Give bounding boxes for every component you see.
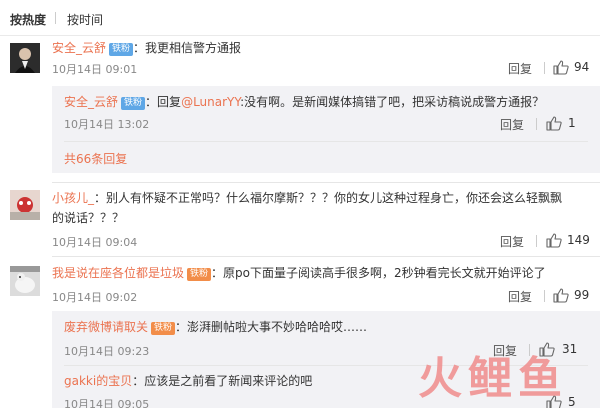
reply-username[interactable]: 废弃微博请取关: [64, 320, 148, 334]
comment-time: 10月14日 09:01: [52, 63, 138, 76]
comment-username[interactable]: 安全_云舒: [52, 41, 106, 55]
fan-badge: 铁粉: [187, 268, 212, 281]
sort-by-time-tab[interactable]: 按时间: [67, 11, 103, 28]
reply-button[interactable]: 回复: [508, 60, 532, 77]
reply-line: 安全_云舒 铁粉 ：回复@LunarYY:没有啊。是新闻媒体搞错了吧，把采访稿说成警…: [64, 94, 544, 110]
comment-text-continuation: 的说话？？？: [52, 211, 125, 225]
comment-separator: ：: [133, 41, 146, 55]
comment-time: 10月14日 09:04: [52, 236, 138, 249]
action-divider: [544, 62, 545, 74]
thumbs-up-icon[interactable]: [546, 116, 562, 131]
comment-divider: [52, 182, 600, 183]
reply-time: 10月14日 09:23: [64, 345, 150, 358]
thumbs-up-icon[interactable]: [546, 233, 562, 248]
comment-separator: ：: [94, 191, 107, 205]
comment-line: 安全_云舒 铁粉 ：我更相信警方通报: [52, 40, 241, 56]
reply-username[interactable]: 安全_云舒: [64, 95, 118, 109]
reply-line: gakki的宝贝：应该是之前看了新闻来评论的吧: [64, 373, 312, 389]
fan-badge: 铁粉: [151, 322, 176, 335]
sort-by-hot-tab[interactable]: 按热度: [10, 11, 46, 28]
reply-button[interactable]: 回复: [500, 116, 524, 133]
like-count: 99: [574, 288, 590, 302]
comment-text: 我更相信警方通报: [145, 41, 242, 55]
avatar[interactable]: [10, 43, 40, 73]
thumbs-up-icon[interactable]: [553, 288, 569, 303]
comment-username[interactable]: 我是说在座各位都是垃圾: [52, 266, 184, 280]
fan-badge: 铁粉: [109, 43, 134, 56]
reply-separator: ：: [132, 374, 145, 388]
reply-username[interactable]: gakki的宝贝: [64, 374, 132, 388]
reply-line: 废弃微博请取关 铁粉 ：澎湃删帖啦大事不妙哈哈哈哎……: [64, 319, 367, 335]
comment-time: 10月14日 09:02: [52, 291, 138, 304]
action-divider: [536, 235, 537, 247]
comment-line: 我是说在座各位都是垃圾 铁粉 ：原po下面量子阅读高手很多啊，2秒钟看完长文就开始评…: [52, 265, 546, 281]
avatar[interactable]: [10, 266, 40, 296]
reply-time: 10月14日 09:05: [64, 398, 150, 408]
reply-divider: [64, 141, 588, 142]
reply-separator: ：: [175, 320, 188, 334]
mention-link[interactable]: @LunarYY: [181, 95, 240, 109]
comment-username[interactable]: 小孩儿_: [52, 191, 94, 205]
more-replies-link[interactable]: 共66条回复: [64, 150, 127, 167]
comment-text: 别人有怀疑不正常吗？什么福尔摩斯？？？你的女儿这种过程身亡，你还会这么轻飘飘: [106, 191, 563, 205]
like-count: 1: [568, 116, 576, 130]
action-divider: [536, 118, 537, 130]
avatar[interactable]: [10, 190, 40, 220]
like-count: 94: [574, 60, 590, 74]
like-count: 149: [567, 233, 590, 247]
reply-text: 澎湃删帖啦大事不妙哈哈哈哎……: [187, 320, 368, 334]
watermark-text: 火鲤鱼: [418, 353, 568, 404]
reply-prefix: 回复: [157, 95, 182, 109]
sort-bar: 按热度 按时间: [0, 0, 600, 36]
comment-divider: [52, 256, 600, 257]
reply-button[interactable]: 回复: [500, 233, 524, 250]
watermark-logo: 火鲤鱼: [418, 354, 568, 404]
action-divider: [544, 290, 545, 302]
thumbs-up-icon[interactable]: [553, 60, 569, 75]
reply-button[interactable]: 回复: [508, 288, 532, 305]
reply-time: 10月14日 13:02: [64, 118, 150, 131]
comment-line: 小孩儿_：别人有怀疑不正常吗？什么福尔摩斯？？？你的女儿这种过程身亡，你还会这么…: [52, 190, 562, 206]
fan-badge: 铁粉: [121, 97, 146, 110]
comment-separator: ：: [211, 266, 224, 280]
sort-divider: [55, 12, 56, 24]
reply-text: 应该是之前看了新闻来评论的吧: [144, 374, 313, 388]
comment-text: 原po下面量子阅读高手很多啊，2秒钟看完长文就开始评论了: [223, 266, 546, 280]
like-count: 5: [568, 395, 576, 408]
reply-text: :没有啊。是新闻媒体搞错了吧，把采访稿说成警方通报？: [240, 95, 545, 109]
reply-separator: ：: [145, 95, 158, 109]
